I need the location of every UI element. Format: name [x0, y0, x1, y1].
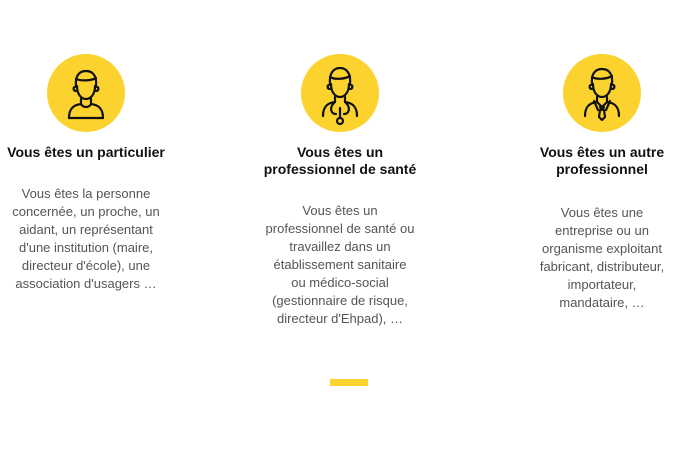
- card-description: Vous êtes la personne concernée, un proc…: [12, 186, 160, 291]
- card-title: Vous êtes un autre professionnel: [539, 144, 665, 177]
- card-title: Vous êtes un professionnel de santé: [263, 144, 417, 177]
- doctor-stethoscope-icon: [301, 54, 379, 132]
- audience-card-professionnel-sante[interactable]: Vous êtes un professionnel de santé Vous…: [254, 54, 426, 328]
- person-icon: [47, 54, 125, 132]
- card-title: Vous êtes un particulier: [7, 144, 165, 160]
- slider-indicator[interactable]: [330, 379, 368, 386]
- card-description: Vous êtes une entreprise ou un organisme…: [539, 205, 665, 310]
- card-description: Vous êtes un professionnel de santé ou t…: [265, 203, 415, 326]
- audience-card-autre-professionnel[interactable]: Vous êtes un autre professionnel Vous êt…: [515, 54, 678, 312]
- professional-tie-icon: [563, 54, 641, 132]
- audience-card-particulier[interactable]: Vous êtes un particulier Vous êtes la pe…: [0, 54, 172, 293]
